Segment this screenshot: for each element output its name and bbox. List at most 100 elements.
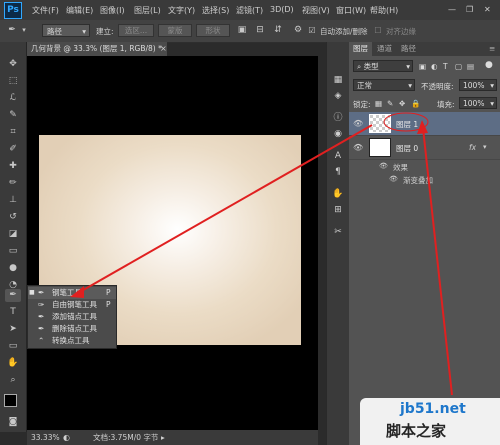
blend-mode-select[interactable]: 正常 ▾	[353, 79, 415, 91]
menu-layer[interactable]: 图层(L)	[134, 5, 161, 16]
opacity-input[interactable]: 100% ▾	[459, 79, 497, 91]
shape-tool-icon[interactable]: ▭	[5, 340, 21, 353]
close-tab-icon[interactable]: ×	[160, 44, 167, 53]
path-operations-icon[interactable]: ▣	[236, 25, 248, 36]
quick-mask-icon[interactable]: ◙	[5, 416, 21, 429]
flyout-item-add-anchor[interactable]: ✒ 添加锚点工具	[28, 311, 116, 323]
menu-3d[interactable]: 3D(D)	[270, 5, 294, 14]
menu-filter[interactable]: 滤镜(T)	[236, 5, 263, 16]
crop-tool-icon[interactable]: ⌗	[5, 126, 21, 139]
paragraph-panel-icon[interactable]: ¶	[331, 166, 345, 178]
checkbox-icon[interactable]: ☐	[372, 25, 384, 36]
checkbox-checked-icon[interactable]: ☑	[306, 25, 318, 36]
filter-adjustment-icon[interactable]: ◐	[431, 62, 438, 71]
foreground-color-swatch[interactable]	[4, 394, 17, 407]
pen-tool-icon[interactable]: ✒	[5, 289, 21, 302]
tool-mode-select[interactable]: 路径 ▾	[42, 24, 90, 37]
zoom-tool-icon[interactable]: ⌕	[5, 374, 21, 387]
tab-channels[interactable]: 通道	[373, 42, 396, 56]
restore-icon[interactable]: ❐	[466, 5, 473, 14]
clone-source-panel-icon[interactable]: ⊞	[331, 204, 345, 216]
history-brush-tool-icon[interactable]: ↺	[5, 211, 21, 224]
filter-pixel-icon[interactable]: ▣	[419, 62, 426, 71]
opacity-label: 不透明度:	[421, 82, 454, 91]
filter-shape-icon[interactable]: ▢	[455, 62, 462, 71]
brush-tool-icon[interactable]: ✏	[5, 177, 21, 190]
properties-panel-icon[interactable]: ◈	[331, 90, 345, 102]
shape-button[interactable]: 形状	[196, 24, 230, 37]
quick-select-tool-icon[interactable]: ✎	[5, 109, 21, 122]
info-panel-icon[interactable]: ⓘ	[331, 112, 345, 124]
lock-position-icon[interactable]: ✥	[399, 99, 405, 108]
lasso-tool-icon[interactable]: ℒ	[5, 92, 21, 105]
filter-type-icon[interactable]: T	[443, 62, 448, 71]
visibility-eye-icon[interactable]: 👁	[379, 162, 388, 170]
menu-window[interactable]: 窗口(W)	[336, 5, 366, 16]
layer-filter-select[interactable]: ⌕ 类型 ▾	[353, 60, 413, 72]
fx-badge[interactable]: fx	[469, 143, 476, 152]
path-arrangement-icon[interactable]: ⇵	[272, 25, 284, 36]
lock-all-icon[interactable]: 🔒	[411, 99, 420, 108]
flyout-item-delete-anchor[interactable]: ✒ 删除锚点工具	[28, 323, 116, 335]
menu-type[interactable]: 文字(Y)	[168, 5, 195, 16]
layers-panel: 图层 通道 路径 ≡ ⌕ 类型 ▾ ▣ ◐ T ▢ ▤ ● 正常 ▾ 不透明度:…	[349, 42, 500, 445]
eyedropper-tool-icon[interactable]: ✐	[5, 143, 21, 156]
minimize-icon[interactable]: —	[448, 5, 456, 14]
effects-row[interactable]: 👁 效果	[349, 160, 500, 173]
collapsed-panel-dock: ▦ ◈ ⓘ ◉ A ¶ ✋ ⊞ ✂	[326, 42, 350, 445]
healing-brush-tool-icon[interactable]: ✚	[5, 160, 21, 173]
chevron-down-icon[interactable]: ▾	[18, 25, 30, 36]
menu-help[interactable]: 帮助(H)	[370, 5, 398, 16]
gear-icon[interactable]: ⚙	[292, 25, 304, 36]
visibility-eye-icon[interactable]: 👁	[353, 119, 363, 128]
history-panel-icon[interactable]: ▦	[331, 74, 345, 86]
zoom-level[interactable]: 33.33%	[31, 430, 60, 445]
flyout-item-convert-point[interactable]: ⌃ 转换点工具	[28, 335, 116, 347]
menu-file[interactable]: 文件(F)	[32, 5, 59, 16]
layer-row-layer-0[interactable]: 👁 图层 0 fx ▾	[349, 136, 500, 160]
marquee-tool-icon[interactable]: ⬚	[5, 75, 21, 88]
tool-presets-panel-icon[interactable]: ✂	[331, 226, 345, 238]
filter-toggle-icon[interactable]: ●	[485, 60, 493, 70]
tab-layers[interactable]: 图层	[349, 42, 372, 56]
path-selection-tool-icon[interactable]: ➤	[5, 323, 21, 336]
path-alignment-icon[interactable]: ⊟	[254, 25, 266, 36]
menu-select[interactable]: 选择(S)	[202, 5, 229, 16]
flyout-item-freeform-pen[interactable]: ✑ 自由钢笔工具 P	[28, 299, 116, 311]
fill-value: 100%	[463, 99, 485, 108]
blur-tool-icon[interactable]: ●	[5, 262, 21, 275]
menu-image[interactable]: 图像(I)	[100, 5, 125, 16]
character-panel-icon[interactable]: A	[331, 150, 345, 162]
pen-tool-preset-icon[interactable]: ✒	[6, 25, 18, 36]
layer-row-layer-1[interactable]: 👁 图层 1	[349, 112, 500, 136]
filter-smart-object-icon[interactable]: ▤	[467, 62, 474, 71]
fill-input[interactable]: 100% ▾	[459, 97, 497, 109]
move-tool-icon[interactable]: ✥	[5, 58, 21, 71]
chevron-down-icon[interactable]: ▾	[483, 143, 487, 151]
document-tab[interactable]: 几何背景 @ 33.3% (图层 1, RGB/8) *	[27, 42, 167, 56]
selection-button[interactable]: 选区...	[118, 24, 154, 37]
lock-transparency-icon[interactable]: ▦	[375, 99, 382, 108]
flyout-item-label: 删除锚点工具	[52, 324, 97, 333]
chevron-right-icon[interactable]: ▸	[161, 430, 165, 445]
hand-tool-icon[interactable]: ✋	[5, 357, 21, 370]
share-icon[interactable]: ◐	[63, 430, 70, 445]
type-tool-icon[interactable]: T	[5, 306, 21, 319]
brush-panel-icon[interactable]: ✋	[331, 188, 345, 200]
chevron-down-icon: ▾	[490, 99, 494, 108]
eraser-tool-icon[interactable]: ◪	[5, 228, 21, 241]
lock-pixels-icon[interactable]: ✎	[387, 99, 393, 108]
menu-view[interactable]: 视图(V)	[302, 5, 330, 16]
tab-paths[interactable]: 路径	[397, 42, 420, 56]
panel-menu-icon[interactable]: ≡	[485, 42, 499, 56]
menu-edit[interactable]: 编辑(E)	[66, 5, 93, 16]
visibility-eye-icon[interactable]: 👁	[353, 143, 363, 152]
gradient-tool-icon[interactable]: ▭	[5, 245, 21, 258]
visibility-eye-icon[interactable]: 👁	[389, 175, 398, 183]
gradient-overlay-effect-row[interactable]: 👁 渐变叠加	[349, 173, 500, 186]
flyout-item-pen[interactable]: ■ ✒ 钢笔工具 P	[28, 287, 116, 299]
close-icon[interactable]: ✕	[484, 5, 491, 14]
clone-stamp-tool-icon[interactable]: ⊥	[5, 194, 21, 207]
adjustments-panel-icon[interactable]: ◉	[331, 128, 345, 140]
mask-button[interactable]: 蒙版	[158, 24, 192, 37]
